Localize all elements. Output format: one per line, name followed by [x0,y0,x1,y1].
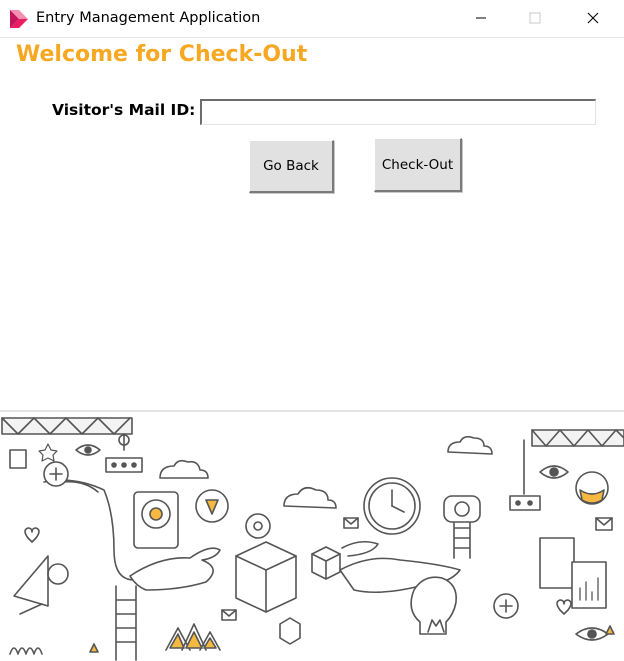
maximize-button[interactable] [512,0,558,36]
minimize-icon [476,17,486,19]
close-icon [587,12,599,24]
go-back-button[interactable]: Go Back [249,140,334,193]
mail-id-input[interactable] [200,99,596,125]
maximize-icon [529,12,541,24]
window-title: Entry Management Application [36,10,261,26]
minimize-button[interactable] [458,0,504,36]
page-heading: Welcome for Check-Out [16,42,308,67]
title-bar: Entry Management Application [0,0,624,38]
close-button[interactable] [570,0,616,36]
check-out-button[interactable]: Check-Out [374,138,462,192]
app-logo-icon [10,10,28,28]
mail-id-label: Visitor's Mail ID: [52,101,196,119]
doodle-technology-illustration [0,410,624,661]
